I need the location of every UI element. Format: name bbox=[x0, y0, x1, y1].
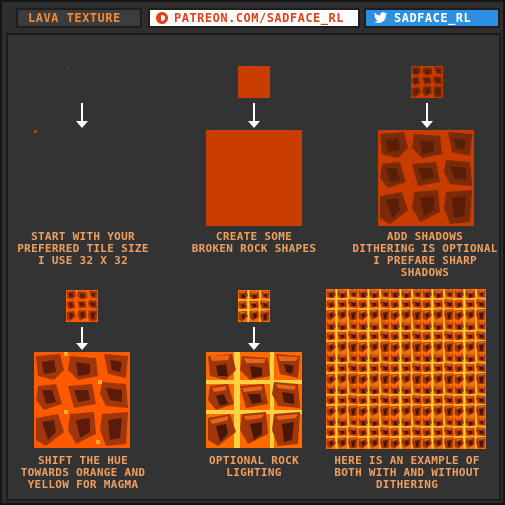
single-pixel-tile bbox=[34, 130, 37, 133]
shadow-tile-large bbox=[378, 130, 474, 226]
arrow-down-icon bbox=[248, 327, 260, 350]
step-4-caption: SHIFT THE HUE TOWARDS ORANGE AND YELLOW … bbox=[20, 454, 146, 491]
shadow-tile-small bbox=[411, 66, 443, 98]
step-6-caption: HERE IS AN EXAMPLE OF BOTH WITH AND WITH… bbox=[334, 454, 480, 491]
twitter-bird-icon bbox=[374, 12, 387, 23]
step-3-caption: ADD SHADOWS DITHERING IS OPTIONAL I PREF… bbox=[352, 230, 498, 279]
twitter-link[interactable]: SADFACE_RL bbox=[364, 8, 500, 28]
arrow-down-icon bbox=[76, 103, 88, 128]
patreon-url: PATREON.COM/SADFACE_RL bbox=[174, 11, 344, 25]
patreon-icon bbox=[156, 12, 168, 24]
lit-tile-large bbox=[206, 352, 302, 448]
small-red-tile bbox=[238, 66, 270, 98]
magma-tile-large bbox=[34, 352, 130, 448]
step-1-caption: START WITH YOUR PREFERRED TILE SIZE I US… bbox=[17, 230, 149, 267]
tile-pixel-marker bbox=[68, 67, 69, 68]
infographic-frame: LAVA TEXTURE PATREON.COM/SADFACE_RL SADF… bbox=[0, 0, 505, 505]
step-5-caption: OPTIONAL ROCK LIGHTING bbox=[209, 454, 299, 479]
magma-tile-small bbox=[66, 290, 98, 322]
arrow-down-icon bbox=[248, 103, 260, 128]
arrow-down-icon bbox=[76, 327, 88, 350]
twitter-handle: SADFACE_RL bbox=[394, 11, 472, 25]
step-2-caption: CREATE SOME BROKEN ROCK SHAPES bbox=[191, 230, 317, 255]
patreon-link[interactable]: PATREON.COM/SADFACE_RL bbox=[148, 8, 360, 28]
broken-rock-tile bbox=[206, 130, 302, 226]
lit-tile-small bbox=[238, 290, 270, 322]
page-title: LAVA TEXTURE bbox=[28, 11, 121, 25]
arrow-down-icon bbox=[421, 103, 433, 128]
tiled-example bbox=[326, 289, 486, 449]
title-banner: LAVA TEXTURE bbox=[16, 8, 142, 28]
tutorial-panel: START WITH YOUR PREFERRED TILE SIZE I US… bbox=[6, 33, 501, 501]
